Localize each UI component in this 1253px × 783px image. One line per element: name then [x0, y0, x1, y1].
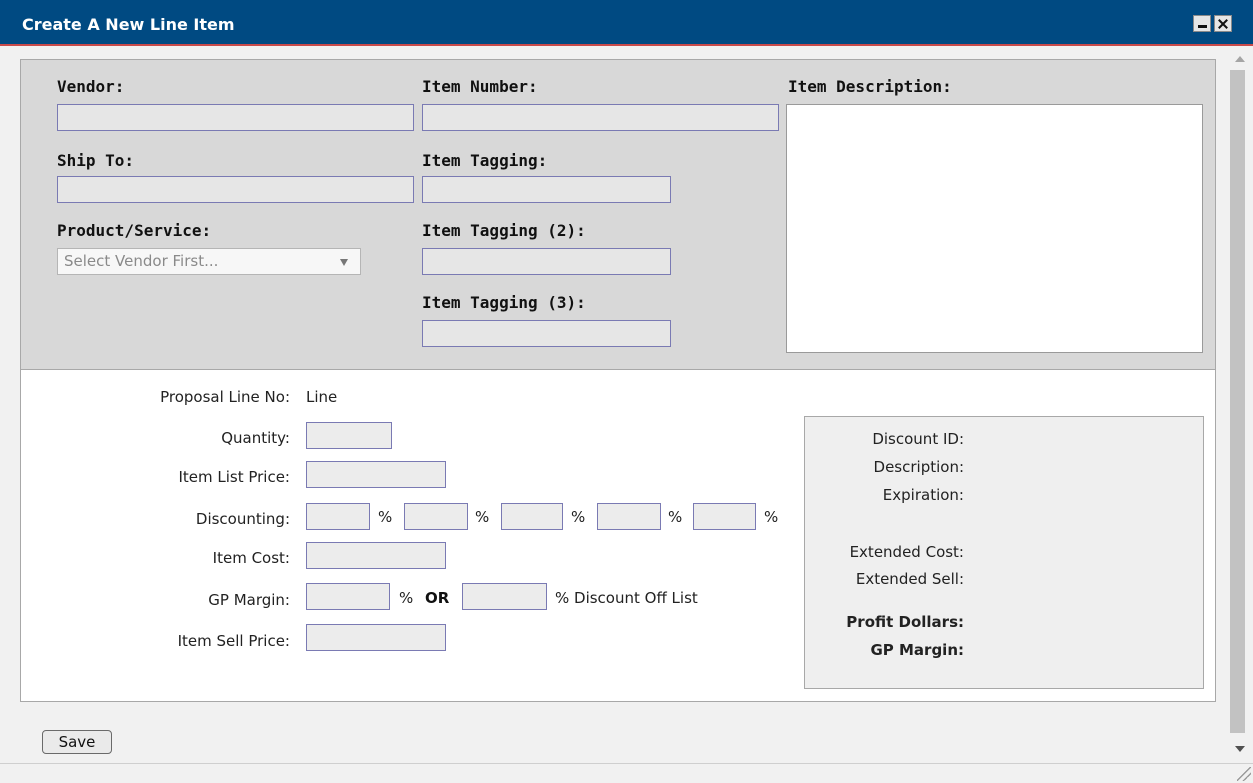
item-list-price-input[interactable]	[306, 461, 446, 488]
proposal-line-label: Proposal Line No:	[160, 388, 290, 406]
product-service-select[interactable]: Select Vendor First...	[57, 248, 361, 275]
or-label: OR	[425, 589, 450, 607]
discount-1-input[interactable]	[306, 503, 370, 530]
item-description-textarea[interactable]	[786, 104, 1203, 353]
proposal-line-value: Line	[306, 388, 338, 406]
item-number-label: Item Number:	[422, 77, 538, 96]
discount-expiration-label: Expiration:	[882, 486, 964, 504]
item-cost-input[interactable]	[306, 542, 446, 569]
scroll-up-icon[interactable]	[1235, 56, 1245, 62]
scroll-down-icon[interactable]	[1235, 746, 1245, 752]
close-icon[interactable]	[1214, 15, 1232, 32]
item-tagging-3-input[interactable]	[422, 320, 671, 347]
discount-2-input[interactable]	[404, 503, 468, 530]
discount-off-list-label: % Discount Off List	[555, 589, 698, 607]
item-description-label: Item Description:	[788, 77, 952, 96]
quantity-label: Quantity:	[221, 429, 290, 447]
discount-id-label: Discount ID:	[872, 430, 964, 448]
gp-margin-percent: %	[399, 589, 414, 607]
item-number-input[interactable]	[422, 104, 779, 131]
item-tagging-input[interactable]	[422, 176, 671, 203]
dialog-title: Create A New Line Item	[22, 15, 235, 34]
minimize-icon[interactable]	[1193, 15, 1211, 32]
line-item-dialog: Create A New Line Item Vendor: Item Numb…	[0, 0, 1253, 783]
dialog-titlebar[interactable]: Create A New Line Item	[0, 0, 1253, 46]
dialog-statusbar	[0, 763, 1253, 783]
item-tagging-label: Item Tagging:	[422, 151, 548, 170]
item-list-price-label: Item List Price:	[178, 468, 290, 486]
extended-sell-label: Extended Sell:	[855, 570, 964, 588]
summary-gp-margin-label: GP Margin:	[870, 641, 964, 659]
product-service-selected: Select Vendor First...	[64, 252, 219, 270]
product-service-label: Product/Service:	[57, 221, 212, 240]
profit-dollars-label: Profit Dollars:	[846, 613, 964, 631]
discount-5-input[interactable]	[693, 503, 756, 530]
item-tagging-2-label: Item Tagging (2):	[422, 221, 586, 240]
item-sell-price-input[interactable]	[306, 624, 446, 651]
save-button[interactable]: Save	[42, 730, 112, 754]
item-cost-label: Item Cost:	[212, 549, 290, 567]
discount-3-percent: %	[571, 508, 586, 526]
ship-to-label: Ship To:	[57, 151, 135, 170]
item-tagging-3-label: Item Tagging (3):	[422, 293, 586, 312]
vertical-scrollbar[interactable]	[1228, 46, 1253, 763]
discount-1-percent: %	[378, 508, 393, 526]
gp-margin-input[interactable]	[306, 583, 390, 610]
ship-to-input[interactable]	[57, 176, 414, 203]
discounting-label: Discounting:	[195, 510, 290, 528]
scroll-thumb[interactable]	[1230, 70, 1245, 733]
resize-grip-icon[interactable]	[1237, 767, 1251, 781]
discount-5-percent: %	[764, 508, 779, 526]
extended-cost-label: Extended Cost:	[849, 543, 964, 561]
discount-description-label: Description:	[873, 458, 964, 476]
discount-4-input[interactable]	[597, 503, 661, 530]
discount-3-input[interactable]	[501, 503, 563, 530]
item-tagging-2-input[interactable]	[422, 248, 671, 275]
quantity-input[interactable]	[306, 422, 392, 449]
gp-margin-label: GP Margin:	[208, 591, 290, 609]
chevron-down-icon	[340, 259, 348, 266]
vendor-input[interactable]	[57, 104, 414, 131]
discount-off-list-input[interactable]	[462, 583, 547, 610]
vendor-label: Vendor:	[57, 77, 125, 96]
discount-4-percent: %	[668, 508, 683, 526]
discount-2-percent: %	[475, 508, 490, 526]
item-sell-price-label: Item Sell Price:	[177, 632, 290, 650]
